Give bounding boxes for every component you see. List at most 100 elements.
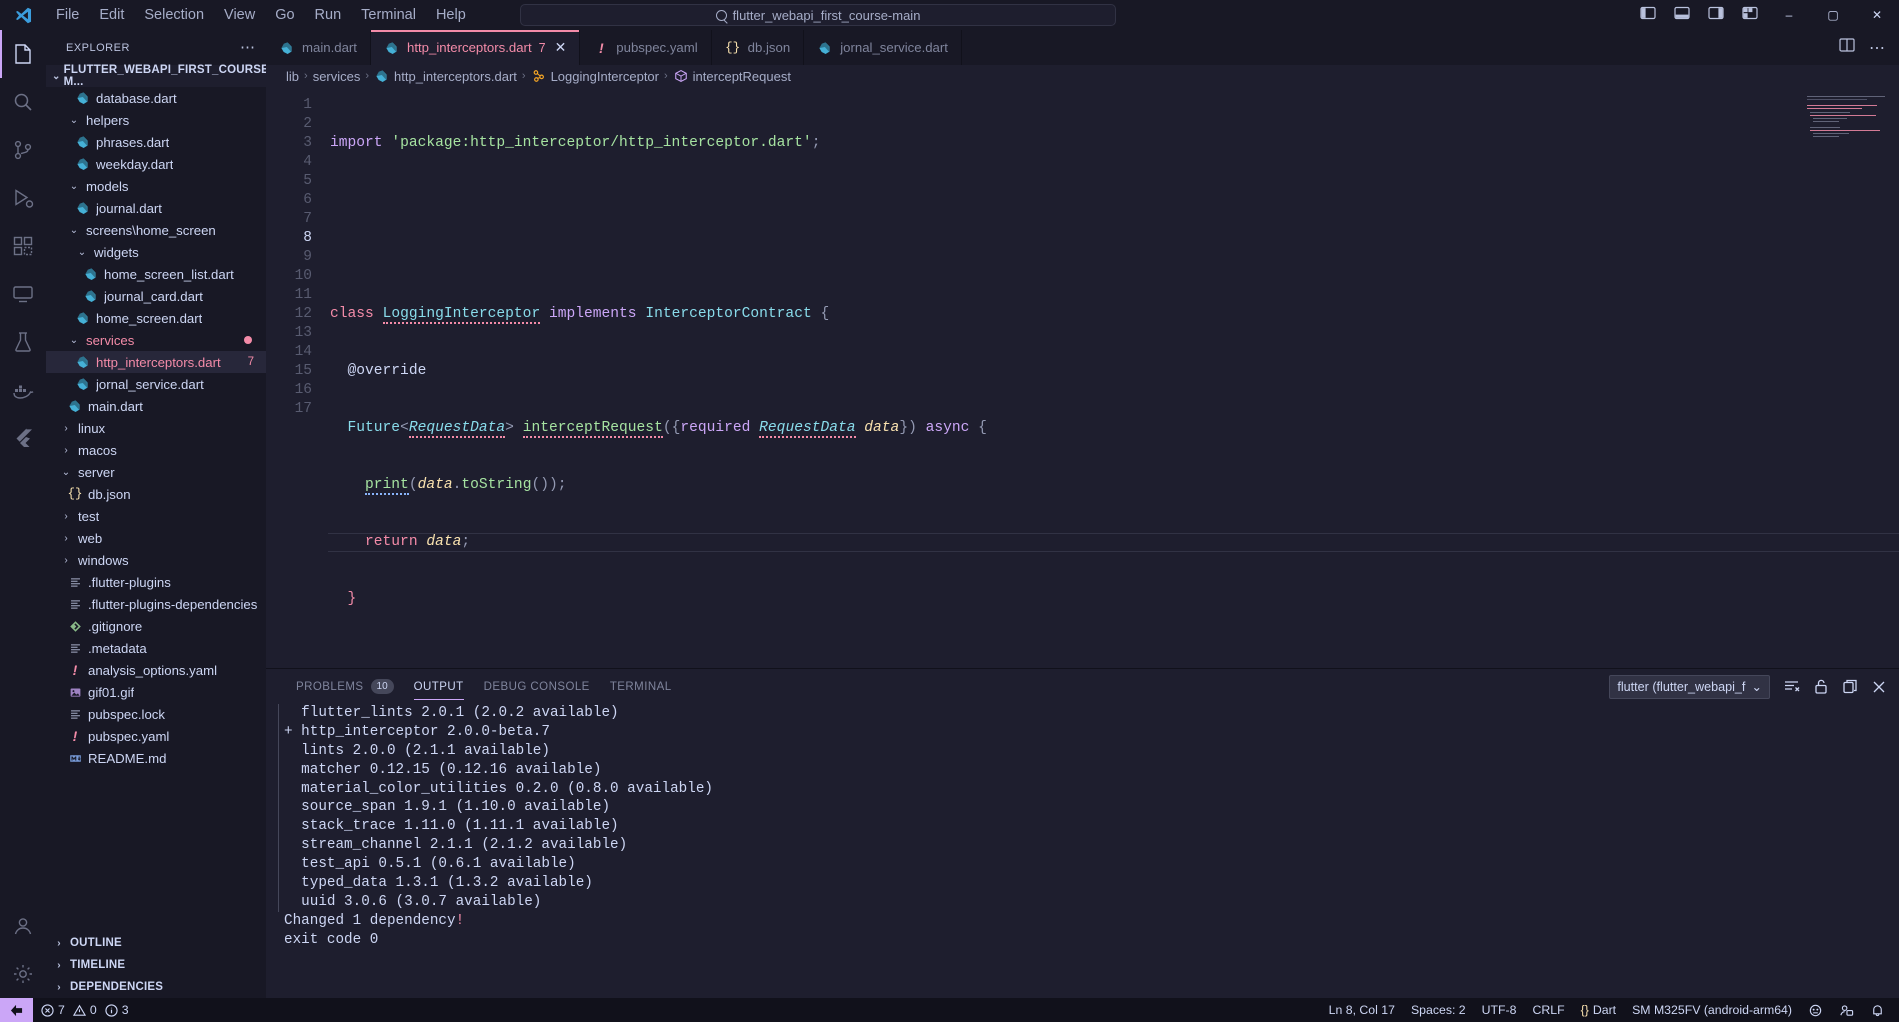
tree-folder-test[interactable]: › test xyxy=(46,505,266,527)
tree-file-metadata[interactable]: .metadata xyxy=(46,637,266,659)
editor-tab-http-interceptors-dart[interactable]: http_interceptors.dart 7 ✕ xyxy=(370,30,581,65)
tree-file-database-dart[interactable]: database.dart xyxy=(46,87,266,109)
split-editor-icon[interactable] xyxy=(1839,37,1855,58)
tree-file-weekday-dart[interactable]: weekday.dart xyxy=(46,153,266,175)
editor-tab-pubspec-yaml[interactable]: ! pubspec.yaml xyxy=(580,30,712,65)
sidebar-more-actions-icon[interactable]: ⋯ xyxy=(240,40,256,55)
activitybar-item-flutter[interactable] xyxy=(0,414,46,462)
tree-file-main-dart[interactable]: main.dart xyxy=(46,395,266,417)
encoding[interactable]: UTF-8 xyxy=(1474,998,1525,1022)
menu-selection[interactable]: Selection xyxy=(134,3,214,27)
live-share-icon[interactable] xyxy=(1831,998,1862,1022)
activitybar-item-settings[interactable] xyxy=(0,950,46,998)
activitybar-item-docker[interactable] xyxy=(0,366,46,414)
tree-file-journal-dart[interactable]: journal.dart xyxy=(46,197,266,219)
menu-terminal[interactable]: Terminal xyxy=(351,3,426,27)
lock-icon[interactable] xyxy=(1813,678,1829,695)
tree-file-flutter-plugins-dependencies[interactable]: .flutter-plugins-dependencies xyxy=(46,593,266,615)
panel-tab-terminal[interactable]: TERMINAL xyxy=(600,669,682,704)
breadcrumb-item-logginginterceptor[interactable]: LoggingInterceptor xyxy=(531,69,659,84)
tree-folder-linux[interactable]: › linux xyxy=(46,417,266,439)
notifications-bell-icon[interactable] xyxy=(1862,998,1893,1022)
menu-help[interactable]: Help xyxy=(426,3,476,27)
sidebar-section-timeline[interactable]: › TIMELINE xyxy=(46,954,266,976)
menu-view[interactable]: View xyxy=(214,3,265,27)
split-panel-icon[interactable] xyxy=(1842,678,1858,695)
activitybar-item-extensions[interactable] xyxy=(0,222,46,270)
editor-tab-main-dart[interactable]: main.dart xyxy=(266,30,371,65)
tree-file-phrases-dart[interactable]: phrases.dart xyxy=(46,131,266,153)
customize-layout-icon[interactable] xyxy=(1733,6,1767,25)
breadcrumb-item-lib[interactable]: lib xyxy=(286,69,299,84)
activitybar-item-source-control[interactable] xyxy=(0,126,46,174)
sidebar-section-outline[interactable]: › OUTLINE xyxy=(46,932,266,954)
tab-close-icon[interactable]: ✕ xyxy=(555,39,567,56)
tree-file-flutter-plugins[interactable]: .flutter-plugins xyxy=(46,571,266,593)
panel-tab-output[interactable]: OUTPUT xyxy=(404,669,474,704)
tree-file-pubspec-lock[interactable]: pubspec.lock xyxy=(46,703,266,725)
toggle-primary-sidebar-icon[interactable] xyxy=(1631,6,1665,25)
tree-file-analysis-options-yaml[interactable]: ! analysis_options.yaml xyxy=(46,659,266,681)
activitybar-item-search[interactable] xyxy=(0,78,46,126)
command-center-search[interactable]: flutter_webapi_first_course-main xyxy=(520,4,1116,26)
tree-folder-macos[interactable]: › macos xyxy=(46,439,266,461)
editor-more-actions-icon[interactable]: ⋯ xyxy=(1869,38,1885,58)
tree-folder-web[interactable]: › web xyxy=(46,527,266,549)
tree-folder-helpers[interactable]: ⌄ helpers xyxy=(46,109,266,131)
tree-file-db-json[interactable]: {} db.json xyxy=(46,483,266,505)
menu-run[interactable]: Run xyxy=(305,3,352,27)
tree-folder-widgets[interactable]: ⌄ widgets xyxy=(46,241,266,263)
tree-file-journal-card-dart[interactable]: journal_card.dart xyxy=(46,285,266,307)
tree-folder-screens-home-screen[interactable]: ⌄ screens\home_screen xyxy=(46,219,266,241)
toggle-panel-icon[interactable] xyxy=(1665,6,1699,25)
menu-edit[interactable]: Edit xyxy=(89,3,134,27)
editor-minimap[interactable] xyxy=(1799,87,1899,668)
tree-file-home-screen-list-dart[interactable]: home_screen_list.dart xyxy=(46,263,266,285)
output-content[interactable]: flutter_lints 2.0.1 (2.0.2 available) + h… xyxy=(266,704,1899,998)
maximize-button[interactable]: ▢ xyxy=(1811,0,1855,30)
sidebar-section-dependencies[interactable]: › DEPENDENCIES xyxy=(46,976,266,998)
explorer-root-folder[interactable]: ⌄ FLUTTER_WEBAPI_FIRST_COURSE-M... xyxy=(46,64,266,88)
toggle-secondary-sidebar-icon[interactable] xyxy=(1699,6,1733,25)
tree-folder-services[interactable]: ⌄ services xyxy=(46,329,266,351)
tree-file-gif01-gif[interactable]: gif01.gif xyxy=(46,681,266,703)
activitybar-item-testing[interactable] xyxy=(0,318,46,366)
tree-file-jornal-service-dart[interactable]: jornal_service.dart xyxy=(46,373,266,395)
breadcrumb-item-http-interceptors-dart[interactable]: http_interceptors.dart xyxy=(374,69,517,84)
device-selector[interactable]: SM M325FV (android-arm64) xyxy=(1624,998,1800,1022)
tree-file-pubspec-yaml[interactable]: ! pubspec.yaml xyxy=(46,725,266,747)
tree-file-gitignore[interactable]: .gitignore xyxy=(46,615,266,637)
eol[interactable]: CRLF xyxy=(1525,998,1573,1022)
minimize-button[interactable]: – xyxy=(1767,0,1811,30)
output-channel-selector[interactable]: flutter (flutter_webapi_f ⌄ xyxy=(1609,674,1770,699)
menu-file[interactable]: File xyxy=(46,3,89,27)
flutter-inspector-icon[interactable] xyxy=(1800,998,1831,1022)
panel-tab-debug-console[interactable]: DEBUG CONSOLE xyxy=(474,669,600,704)
editor-tab-db-json[interactable]: {} db.json xyxy=(711,30,805,65)
remote-indicator[interactable] xyxy=(0,998,33,1022)
activitybar-item-remote-explorer[interactable] xyxy=(0,270,46,318)
code-editor[interactable]: 1 2 3 4 5 6 7 8 9 10 11 12 13 14 15 16 1 xyxy=(266,87,1899,668)
activitybar-item-accounts[interactable] xyxy=(0,902,46,950)
code-content[interactable]: import 'package:http_interceptor/http_in… xyxy=(328,87,1899,668)
breadcrumb-item-interceptrequest[interactable]: interceptRequest xyxy=(673,69,791,84)
panel-tab-problems[interactable]: PROBLEMS 10 xyxy=(286,669,404,704)
close-panel-icon[interactable] xyxy=(1871,679,1887,695)
tree-folder-windows[interactable]: › windows xyxy=(46,549,266,571)
indentation[interactable]: Spaces: 2 xyxy=(1403,998,1474,1022)
breadcrumb-item-services[interactable]: services xyxy=(313,69,361,84)
tree-folder-models[interactable]: ⌄ models xyxy=(46,175,266,197)
problems-status[interactable]: 7 0 3 xyxy=(33,998,137,1022)
menu-go[interactable]: Go xyxy=(265,3,304,27)
activitybar-item-explorer[interactable] xyxy=(0,30,46,78)
clear-output-icon[interactable] xyxy=(1783,678,1800,695)
tree-file-readme-md[interactable]: README.md xyxy=(46,747,266,769)
activitybar-item-run-debug[interactable] xyxy=(0,174,46,222)
tree-file-home-screen-dart[interactable]: home_screen.dart xyxy=(46,307,266,329)
close-button[interactable]: ✕ xyxy=(1855,0,1899,30)
tree-file-http-interceptors-dart[interactable]: http_interceptors.dart 7 xyxy=(46,351,266,373)
language-mode[interactable]: {} Dart xyxy=(1573,998,1624,1022)
cursor-position[interactable]: Ln 8, Col 17 xyxy=(1321,998,1403,1022)
editor-tab-jornal-service-dart[interactable]: jornal_service.dart xyxy=(804,30,962,65)
tree-folder-server[interactable]: ⌄ server xyxy=(46,461,266,483)
